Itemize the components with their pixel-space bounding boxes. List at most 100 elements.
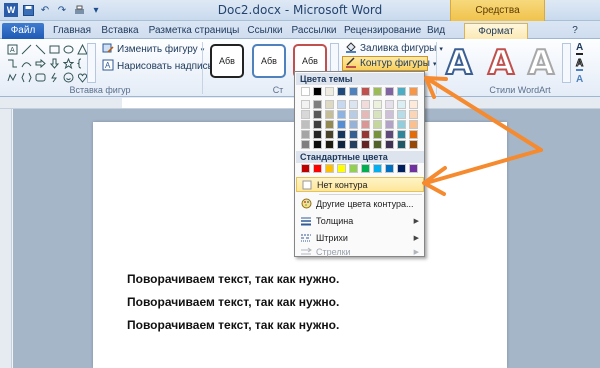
theme-color-shade-swatch[interactable] [337, 140, 346, 149]
standard-color-swatch[interactable] [325, 164, 334, 173]
document-text-line[interactable]: Поворачиваем текст, так как нужно. [127, 295, 339, 309]
theme-color-shade-swatch[interactable] [361, 100, 370, 109]
theme-color-swatch[interactable] [349, 87, 358, 96]
theme-color-shade-swatch[interactable] [385, 120, 394, 129]
arrow-down-shape-icon[interactable] [48, 57, 61, 70]
tab-format[interactable]: Формат [464, 23, 528, 39]
standard-color-swatch[interactable] [397, 164, 406, 173]
standard-color-swatch[interactable] [337, 164, 346, 173]
theme-color-shade-swatch[interactable] [337, 130, 346, 139]
wordart-scroll[interactable] [562, 43, 571, 83]
theme-color-shade-swatch[interactable] [373, 100, 382, 109]
theme-color-shade-swatch[interactable] [301, 120, 310, 129]
theme-color-shade-swatch[interactable] [409, 100, 418, 109]
tab-insert[interactable]: Вставка [98, 23, 142, 39]
oval-shape-icon[interactable] [62, 43, 75, 56]
theme-color-shade-swatch[interactable] [301, 140, 310, 149]
vertical-ruler[interactable] [0, 109, 12, 368]
standard-color-swatch[interactable] [385, 164, 394, 173]
theme-color-shade-swatch[interactable] [397, 100, 406, 109]
text-fill-button[interactable]: A [576, 41, 584, 56]
rounded-rect-shape-icon[interactable] [34, 71, 47, 84]
document-text-line[interactable]: Поворачиваем текст, так как нужно. [127, 318, 339, 332]
standard-color-swatch[interactable] [301, 164, 310, 173]
theme-color-shade-swatch[interactable] [349, 100, 358, 109]
tab-file[interactable]: Файл [2, 23, 44, 39]
theme-color-swatch[interactable] [373, 87, 382, 96]
elbow-connector-shape-icon[interactable] [6, 57, 19, 70]
theme-color-shade-swatch[interactable] [301, 130, 310, 139]
theme-color-shade-swatch[interactable] [397, 140, 406, 149]
theme-color-shade-swatch[interactable] [385, 140, 394, 149]
theme-color-shade-swatch[interactable] [361, 110, 370, 119]
curve-shape-icon[interactable] [20, 57, 33, 70]
edit-shape-button[interactable]: Изменить фигуру ▾ [102, 42, 204, 57]
theme-color-shade-swatch[interactable] [337, 100, 346, 109]
theme-color-shade-swatch[interactable] [385, 100, 394, 109]
line-shape-icon[interactable] [20, 43, 33, 56]
no-outline-item[interactable]: Нет контура [296, 177, 424, 192]
theme-color-shade-swatch[interactable] [373, 130, 382, 139]
lightning-shape-icon[interactable] [48, 71, 61, 84]
tab-references[interactable]: Ссылки [246, 23, 284, 39]
theme-color-shade-swatch[interactable] [325, 100, 334, 109]
document-text-line[interactable]: Поворачиваем текст, так как нужно. [127, 272, 339, 286]
theme-color-shade-swatch[interactable] [409, 130, 418, 139]
theme-color-shade-swatch[interactable] [313, 110, 322, 119]
weight-item[interactable]: Толщина ▶ [296, 213, 424, 228]
shape-fill-button[interactable]: Заливка фигуры ▾ [345, 41, 443, 56]
theme-color-shade-swatch[interactable] [313, 140, 322, 149]
text-outline-button[interactable]: A [575, 57, 584, 72]
theme-color-shade-swatch[interactable] [325, 130, 334, 139]
tab-page-layout[interactable]: Разметка страницы [148, 23, 240, 39]
tab-view[interactable]: Вид [424, 23, 448, 39]
wordart-style-gray[interactable]: A [522, 42, 560, 84]
tab-review[interactable]: Рецензирование [344, 23, 421, 39]
theme-color-shade-swatch[interactable] [325, 120, 334, 129]
theme-color-shade-swatch[interactable] [397, 110, 406, 119]
draw-textbox-button[interactable]: A Нарисовать надпись [102, 59, 213, 74]
theme-color-shade-swatch[interactable] [349, 120, 358, 129]
theme-color-shade-swatch[interactable] [361, 130, 370, 139]
textbox-shape-icon[interactable]: A [6, 43, 19, 56]
theme-color-swatch[interactable] [301, 87, 310, 96]
standard-color-swatch[interactable] [409, 164, 418, 173]
standard-color-swatch[interactable] [349, 164, 358, 173]
theme-color-shade-swatch[interactable] [337, 110, 346, 119]
text-effects-button[interactable]: A [576, 72, 583, 87]
more-outline-colors-item[interactable]: Другие цвета контура... [296, 196, 424, 211]
bracket-shape-icon[interactable] [20, 71, 33, 84]
freeform-shape-icon[interactable] [6, 71, 19, 84]
theme-color-shade-swatch[interactable] [373, 110, 382, 119]
theme-color-shade-swatch[interactable] [313, 130, 322, 139]
smile-shape-icon[interactable] [62, 71, 75, 84]
theme-color-shade-swatch[interactable] [301, 110, 310, 119]
theme-color-shade-swatch[interactable] [373, 120, 382, 129]
shapes-gallery-scroll[interactable] [87, 43, 96, 83]
theme-color-swatch[interactable] [385, 87, 394, 96]
theme-color-shade-swatch[interactable] [397, 130, 406, 139]
theme-color-shade-swatch[interactable] [325, 110, 334, 119]
theme-color-shade-swatch[interactable] [337, 120, 346, 129]
theme-color-shade-swatch[interactable] [361, 120, 370, 129]
dashes-item[interactable]: Штрихи ▶ [296, 230, 424, 245]
theme-color-shade-swatch[interactable] [397, 120, 406, 129]
theme-color-shade-swatch[interactable] [385, 130, 394, 139]
help-icon[interactable]: ? [568, 23, 582, 39]
theme-color-shade-swatch[interactable] [313, 120, 322, 129]
theme-color-shade-swatch[interactable] [349, 130, 358, 139]
theme-color-swatch[interactable] [337, 87, 346, 96]
rectangle-shape-icon[interactable] [48, 43, 61, 56]
theme-color-shade-swatch[interactable] [325, 140, 334, 149]
shape-style-blue[interactable]: Абв [252, 44, 286, 78]
theme-color-shade-swatch[interactable] [373, 140, 382, 149]
theme-color-shade-swatch[interactable] [301, 100, 310, 109]
arrow-right-shape-icon[interactable] [34, 57, 47, 70]
theme-color-swatch[interactable] [361, 87, 370, 96]
theme-color-shade-swatch[interactable] [349, 110, 358, 119]
theme-color-swatch[interactable] [397, 87, 406, 96]
theme-color-swatch[interactable] [409, 87, 418, 96]
standard-color-swatch[interactable] [361, 164, 370, 173]
theme-color-shade-swatch[interactable] [409, 140, 418, 149]
tab-mailings[interactable]: Рассылки [290, 23, 338, 39]
